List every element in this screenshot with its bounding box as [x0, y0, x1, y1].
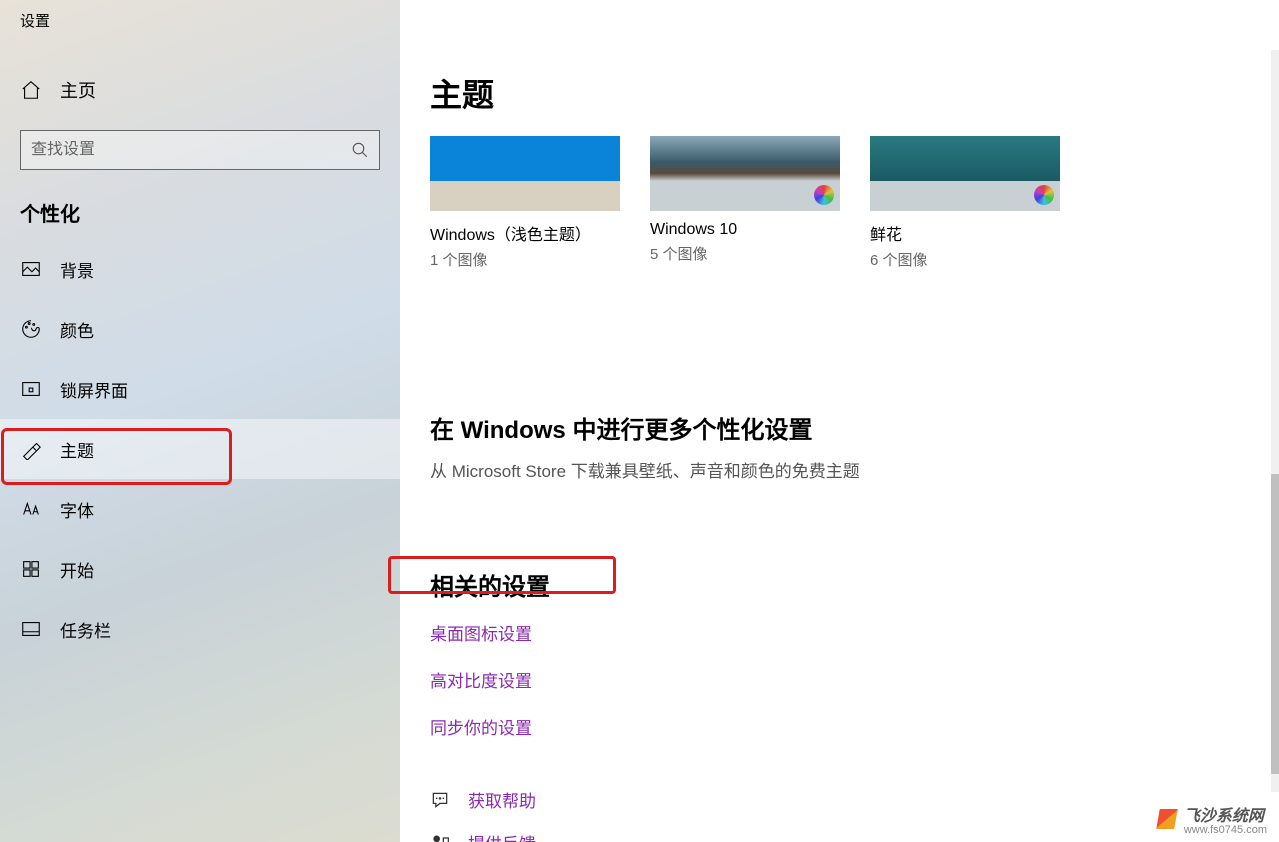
sidebar-item-label: 任务栏: [60, 617, 111, 642]
picture-icon: [20, 258, 42, 280]
lockscreen-icon: [20, 378, 42, 400]
action-label: 提供反馈: [468, 830, 536, 842]
sidebar-home[interactable]: 主页: [0, 60, 400, 120]
theme-list: Windows（浅色主题） 1 个图像 Windows 10 5 个图像 鲜花 …: [430, 136, 1249, 270]
action-feedback[interactable]: 提供反馈: [430, 830, 1249, 842]
sidebar-item-theme[interactable]: 主题: [0, 419, 400, 479]
action-get-help[interactable]: 获取帮助: [430, 787, 1249, 812]
theme-icon: [20, 438, 42, 460]
sidebar-item-label: 颜色: [60, 317, 94, 342]
theme-subtitle: 5 个图像: [650, 243, 840, 264]
search-icon: [351, 141, 369, 159]
feedback-icon: [430, 833, 450, 842]
sidebar-item-font[interactable]: 字体: [0, 479, 400, 539]
theme-name: Windows（浅色主题）: [430, 221, 620, 245]
start-icon: [20, 558, 42, 580]
theme-name: Windows 10: [650, 221, 840, 239]
sidebar-item-label: 开始: [60, 557, 94, 582]
sidebar-item-label: 字体: [60, 497, 94, 522]
palette-icon: [20, 318, 42, 340]
theme-card[interactable]: Windows 10 5 个图像: [650, 136, 840, 270]
home-icon: [20, 79, 42, 101]
sidebar-section-title: 个性化: [0, 170, 400, 239]
search-input[interactable]: [31, 141, 351, 159]
sidebar-item-label: 锁屏界面: [60, 377, 128, 402]
theme-thumbnail: [650, 136, 840, 211]
watermark-url: www.fs0745.com: [1184, 824, 1267, 836]
theme-card[interactable]: Windows（浅色主题） 1 个图像: [430, 136, 620, 270]
color-badge-icon: [1034, 185, 1054, 205]
color-badge-icon: [814, 185, 834, 205]
theme-card[interactable]: 鲜花 6 个图像: [870, 136, 1060, 270]
store-subtitle: 从 Microsoft Store 下载兼具壁纸、声音和颜色的免费主题: [430, 457, 1249, 482]
sidebar-item-color[interactable]: 颜色: [0, 299, 400, 359]
theme-thumbnail: [870, 136, 1060, 211]
sidebar-home-label: 主页: [60, 77, 96, 103]
search-box[interactable]: [20, 130, 380, 170]
theme-subtitle: 1 个图像: [430, 249, 620, 270]
sidebar-item-start[interactable]: 开始: [0, 539, 400, 599]
link-high-contrast[interactable]: 高对比度设置: [430, 667, 1249, 692]
page-title: 主题: [430, 70, 1249, 116]
watermark-logo-icon: [1156, 809, 1178, 829]
taskbar-icon: [20, 618, 42, 640]
watermark: 飞沙系统网 www.fs0745.com: [1158, 802, 1267, 836]
sidebar-item-taskbar[interactable]: 任务栏: [0, 599, 400, 659]
link-sync-settings[interactable]: 同步你的设置: [430, 714, 1249, 739]
store-heading: 在 Windows 中进行更多个性化设置: [430, 410, 1249, 445]
scrollbar-thumb[interactable]: [1271, 474, 1279, 774]
help-icon: [430, 790, 450, 810]
theme-name: 鲜花: [870, 221, 1060, 245]
sidebar: 设置 主页 个性化 背景 颜色 锁屏界面 主题 字体 开始 任务栏: [0, 0, 400, 842]
sidebar-item-background[interactable]: 背景: [0, 239, 400, 299]
action-label: 获取帮助: [468, 787, 536, 812]
font-icon: [20, 498, 42, 520]
theme-thumbnail: [430, 136, 620, 211]
sidebar-item-label: 主题: [60, 437, 94, 462]
link-desktop-icons[interactable]: 桌面图标设置: [430, 620, 1249, 645]
watermark-name: 飞沙系统网: [1184, 802, 1267, 826]
window-title: 设置: [0, 0, 400, 40]
related-heading: 相关的设置: [430, 567, 1249, 602]
sidebar-item-lockscreen[interactable]: 锁屏界面: [0, 359, 400, 419]
sidebar-item-label: 背景: [60, 257, 94, 282]
theme-subtitle: 6 个图像: [870, 249, 1060, 270]
main-content: 主题 Windows（浅色主题） 1 个图像 Windows 10 5 个图像 …: [400, 0, 1279, 842]
